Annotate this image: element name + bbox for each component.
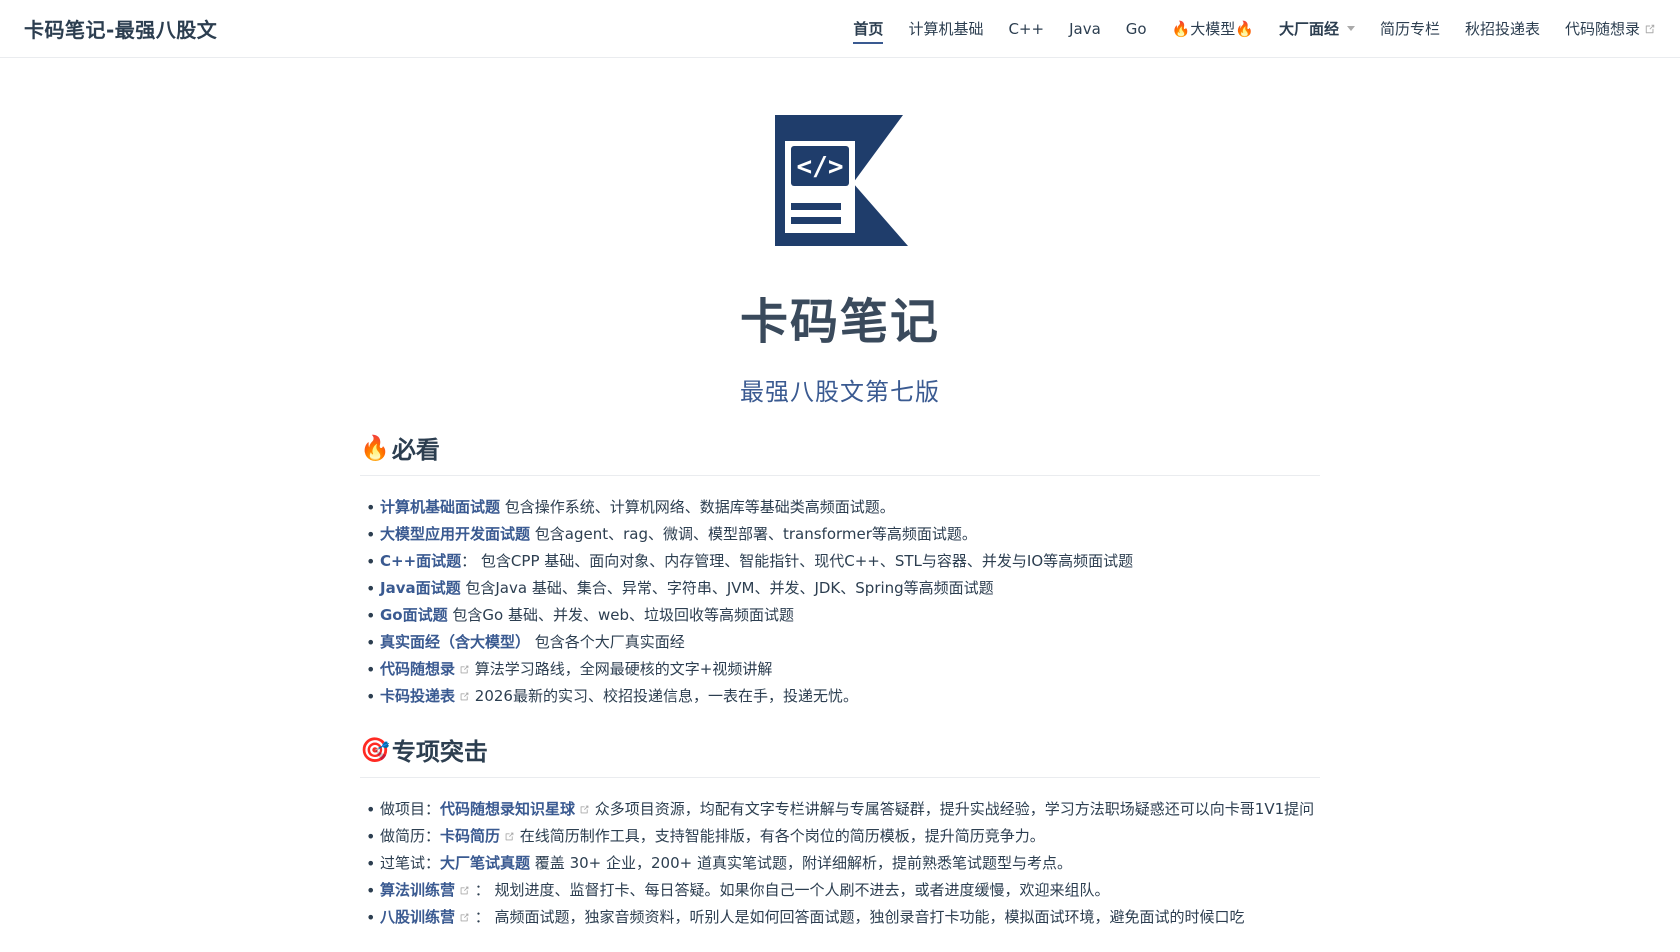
link-interviews[interactable]: 真实面经（含大模型）: [380, 633, 530, 651]
list-item: 做简历：卡码简历 在线简历制作工具，支持智能排版，有各个岗位的简历模板，提升简历…: [366, 823, 1320, 850]
item-desc: 覆盖 30+ 企业，200+ 道真实笔试题，附详细解析，提前熟悉笔试题型与考点。: [530, 854, 1072, 872]
nav-go[interactable]: Go: [1126, 20, 1147, 38]
item-desc: 众多项目资源，均配有文字专栏讲解与专属答疑群，提升实战经验，学习方法职场疑惑还可…: [590, 800, 1315, 818]
nav-home[interactable]: 首页: [853, 18, 884, 44]
external-link-icon: [460, 886, 469, 895]
nav-llm[interactable]: 🔥大模型🔥: [1172, 18, 1254, 39]
section-title-special: 🎯 专项突击: [360, 732, 1320, 778]
site-logo: </>: [773, 113, 913, 248]
kama-logo-icon: </>: [775, 115, 908, 246]
list-item: 八股训练营 ： 高频面试题，独家音频资料，听别人是如何回答面试题，独创录音打卡功…: [366, 904, 1320, 931]
hero-title: 卡码笔记: [739, 294, 940, 350]
item-prefix: 做项目：: [380, 800, 441, 818]
chevron-down-icon: [1346, 26, 1355, 31]
link-llm[interactable]: 大模型应用开发面试题: [380, 525, 530, 543]
link-kama-resume[interactable]: 卡码简历: [440, 827, 500, 845]
item-prefix: 做简历：: [380, 827, 441, 845]
link-cs-basics[interactable]: 计算机基础面试题: [380, 498, 500, 516]
external-link-icon: [460, 692, 469, 701]
svg-text:</>: </>: [797, 152, 844, 182]
must-see-list: 计算机基础面试题 包含操作系统、计算机网络、数据库等基础类高频面试题。 大模型应…: [366, 494, 1320, 710]
list-item: 真实面经（含大模型） 包含各个大厂真实面经: [366, 629, 1320, 656]
nav-job-table[interactable]: 秋招投递表: [1465, 18, 1540, 39]
nav-code-random-label: 代码随想录: [1564, 20, 1640, 38]
nav-interviews-label: 大厂面经: [1278, 20, 1339, 38]
item-prefix: 过笔试：: [380, 854, 441, 872]
external-link-icon: [460, 913, 469, 922]
navbar: 卡码笔记-最强八股文 首页 计算机基础 C++ Java Go 🔥大模型🔥 大厂…: [0, 0, 1680, 58]
site-title[interactable]: 卡码笔记-最强八股文: [24, 14, 217, 43]
item-desc: 包含Java 基础、集合、异常、字符串、JVM、并发、JDK、Spring等高频…: [460, 579, 994, 597]
list-item: 大模型应用开发面试题 包含agent、rag、微调、模型部署、transform…: [366, 521, 1320, 548]
item-desc: 算法学习路线，全网最硬核的文字+视频讲解: [470, 660, 773, 678]
item-desc: ： 包含CPP 基础、面向对象、内存管理、智能指针、现代C++、STL与容器、并…: [461, 552, 1134, 570]
list-item: Java面试题 包含Java 基础、集合、异常、字符串、JVM、并发、JDK、S…: [366, 575, 1320, 602]
link-algo-camp[interactable]: 算法训练营: [380, 881, 455, 899]
nav-resume[interactable]: 简历专栏: [1380, 18, 1440, 39]
item-desc: 包含各个大厂真实面经: [530, 633, 685, 651]
link-go[interactable]: Go面试题: [380, 606, 448, 624]
list-item: 过笔试：大厂笔试真题 覆盖 30+ 企业，200+ 道真实笔试题，附详细解析，提…: [366, 850, 1320, 877]
target-icon: 🎯: [360, 735, 390, 764]
special-list: 做项目：代码随想录知识星球 众多项目资源，均配有文字专栏讲解与专属答疑群，提升实…: [366, 796, 1320, 931]
item-desc: ： 高频面试题，独家音频资料，听别人是如何回答面试题，独创录音打卡功能，模拟面试…: [470, 908, 1245, 926]
link-knowledge-planet[interactable]: 代码随想录知识星球: [440, 800, 575, 818]
external-link-icon: [460, 665, 469, 674]
external-link-icon: [1645, 24, 1655, 33]
main-content: 🔥 必看 计算机基础面试题 包含操作系统、计算机网络、数据库等基础类高频面试题。…: [360, 430, 1320, 931]
nav-java[interactable]: Java: [1069, 20, 1101, 38]
link-job-table[interactable]: 卡码投递表: [380, 687, 455, 705]
list-item: 计算机基础面试题 包含操作系统、计算机网络、数据库等基础类高频面试题。: [366, 494, 1320, 521]
section-title-text: 必看: [391, 436, 440, 464]
item-desc: ： 规划进度、监督打卡、每日答疑。如果你自己一个人刷不进去，或者进度缓慢，欢迎来…: [470, 881, 1110, 899]
list-item: C++面试题： 包含CPP 基础、面向对象、内存管理、智能指针、现代C++、ST…: [366, 548, 1320, 575]
nav-code-random[interactable]: 代码随想录: [1565, 18, 1656, 39]
link-cpp[interactable]: C++面试题: [380, 552, 461, 570]
item-desc: 包含agent、rag、微调、模型部署、transformer等高频面试题。: [530, 525, 977, 543]
nav-links: 首页 计算机基础 C++ Java Go 🔥大模型🔥 大厂面经 简历专栏 秋招投…: [828, 18, 1656, 44]
nav-interviews-dropdown[interactable]: 大厂面经: [1279, 18, 1355, 39]
list-item: 算法训练营 ： 规划进度、监督打卡、每日答疑。如果你自己一个人刷不进去，或者进度…: [366, 877, 1320, 904]
item-desc: 包含Go 基础、并发、web、垃圾回收等高频面试题: [447, 606, 794, 624]
item-desc: 包含操作系统、计算机网络、数据库等基础类高频面试题。: [500, 498, 895, 516]
fire-icon: 🔥: [360, 433, 390, 462]
link-bagu-camp[interactable]: 八股训练营: [380, 908, 455, 926]
nav-cpp[interactable]: C++: [1008, 20, 1044, 38]
section-title-must-see: 🔥 必看: [360, 430, 1320, 476]
list-item: Go面试题 包含Go 基础、并发、web、垃圾回收等高频面试题: [366, 602, 1320, 629]
section-title-text: 专项突击: [391, 738, 488, 766]
item-desc: 在线简历制作工具，支持智能排版，有各个岗位的简历模板，提升简历竞争力。: [515, 827, 1045, 845]
item-desc: 2026最新的实习、校招投递信息，一表在手，投递无忧。: [470, 687, 858, 705]
external-link-icon: [580, 805, 589, 814]
list-item: 代码随想录 算法学习路线，全网最硬核的文字+视频讲解: [366, 656, 1320, 683]
nav-cs-basics[interactable]: 计算机基础: [908, 18, 983, 39]
link-java[interactable]: Java面试题: [380, 579, 461, 597]
list-item: 卡码投递表 2026最新的实习、校招投递信息，一表在手，投递无忧。: [366, 683, 1320, 710]
list-item: 做项目：代码随想录知识星球 众多项目资源，均配有文字专栏讲解与专属答疑群，提升实…: [366, 796, 1320, 823]
external-link-icon: [505, 832, 514, 841]
link-written-tests[interactable]: 大厂笔试真题: [440, 854, 530, 872]
link-code-random[interactable]: 代码随想录: [380, 660, 455, 678]
hero-description: 最强八股文第七版: [740, 378, 940, 406]
